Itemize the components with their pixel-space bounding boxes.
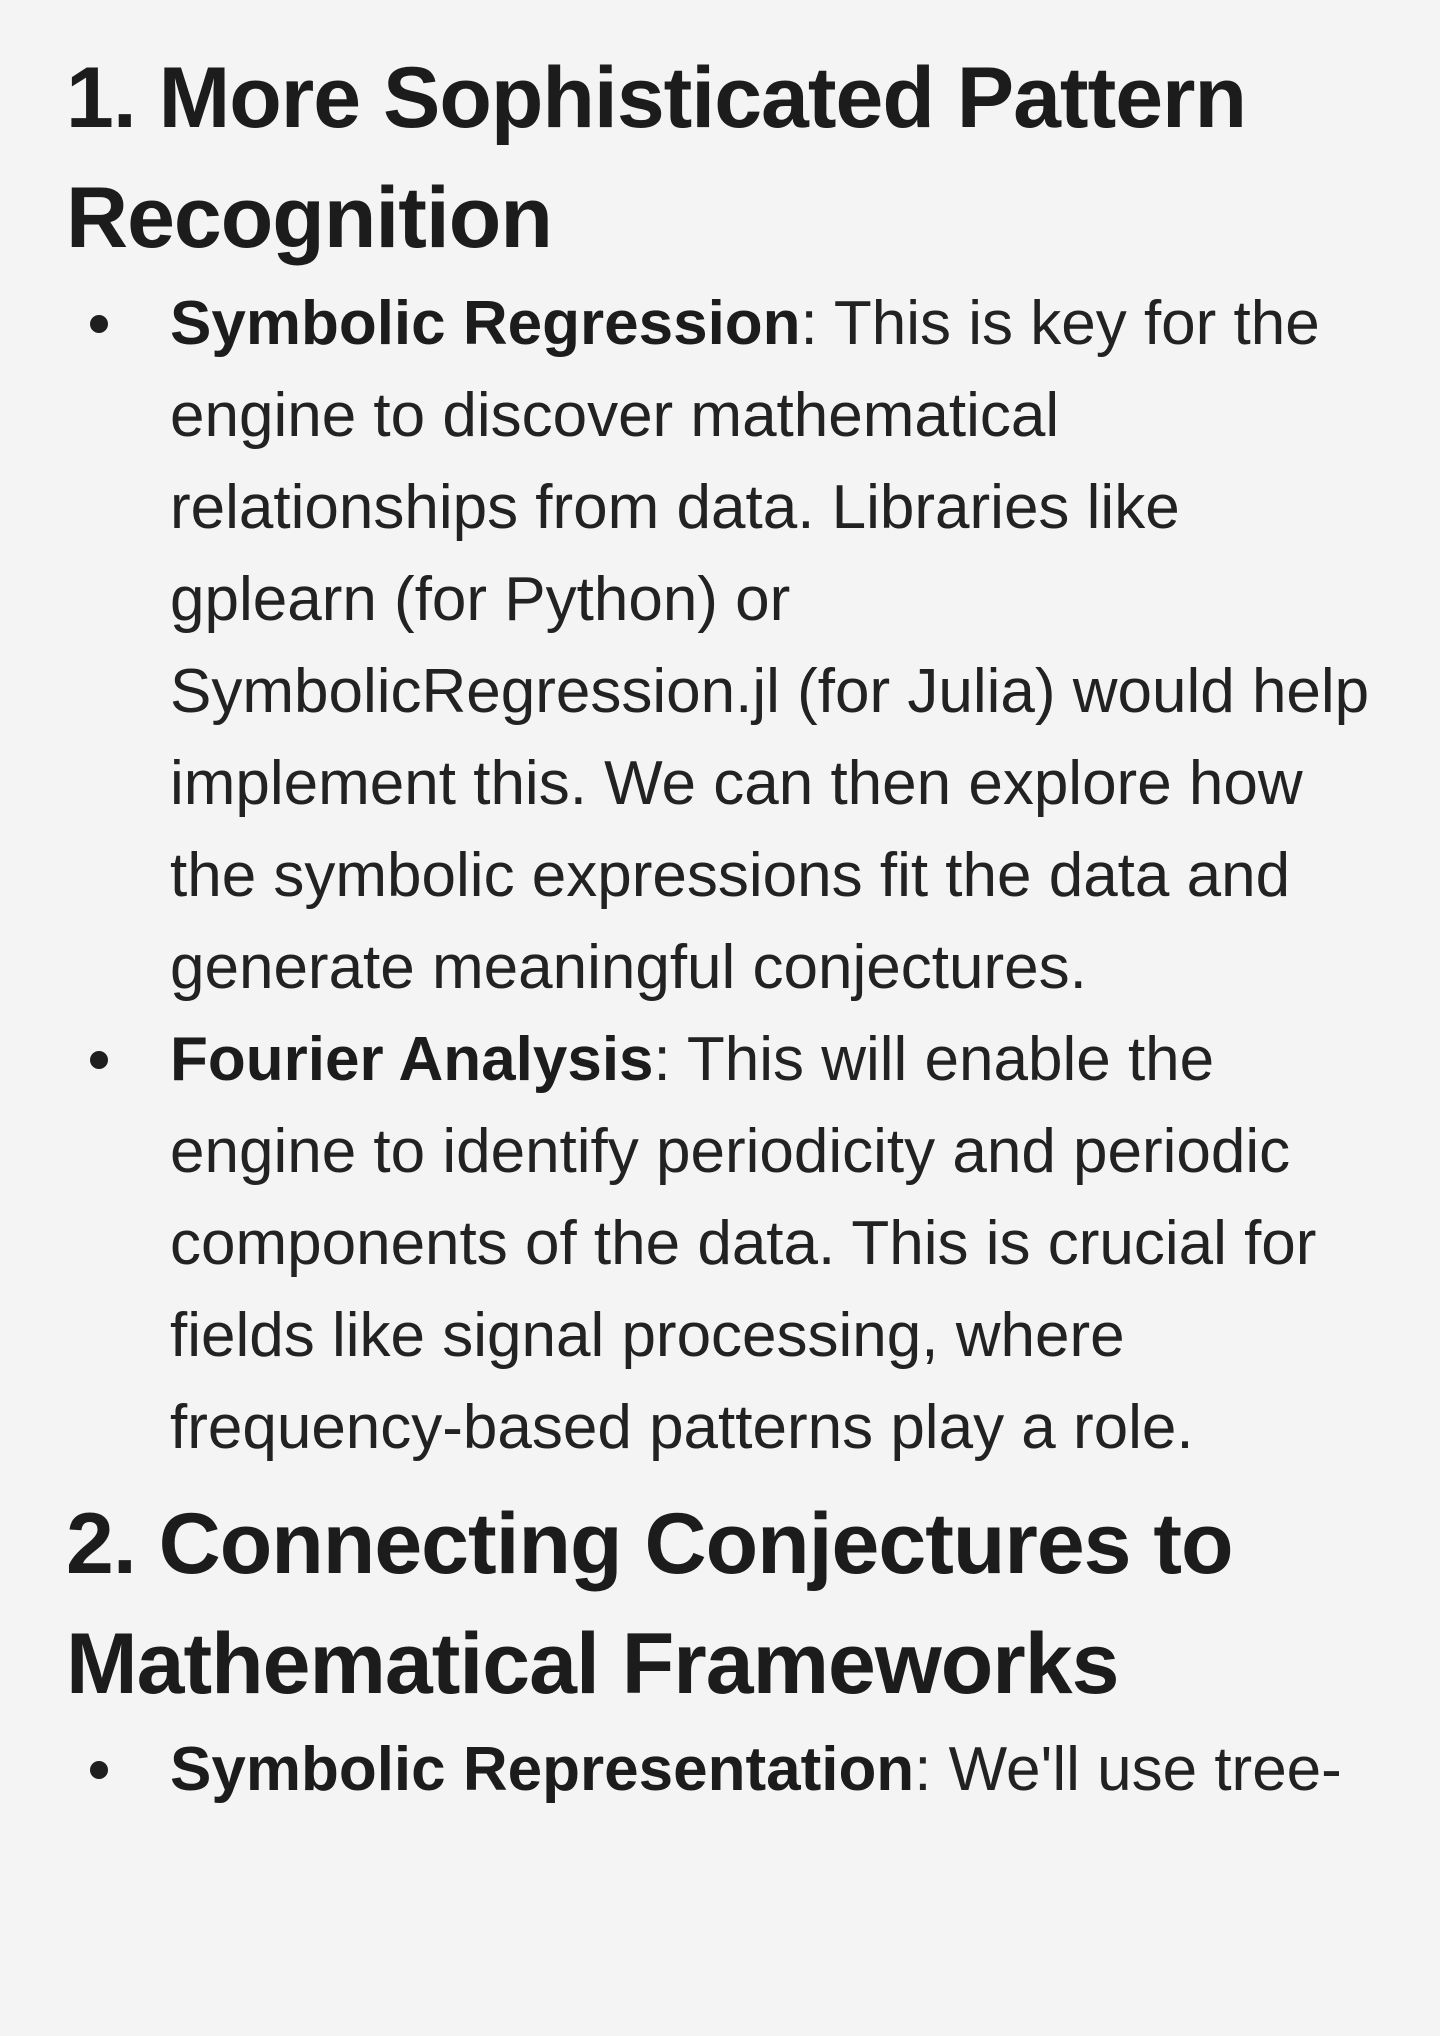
list-item-text: This is key for the engine to discover m… xyxy=(170,289,1370,1002)
list-item-separator: : xyxy=(653,1025,671,1094)
list-item-text: We'll use tree- xyxy=(931,1735,1342,1804)
list-item-term: Symbolic Representation xyxy=(170,1735,915,1804)
list-item: Symbolic Regression: This is key for the… xyxy=(66,278,1380,1014)
bullet-list: Symbolic Representation: We'll use tree- xyxy=(66,1724,1380,1816)
list-item: Fourier Analysis: This will enable the e… xyxy=(66,1014,1380,1474)
list-item-separator: : xyxy=(914,1735,932,1804)
section-heading: 1. More Sophisticated Pattern Recognitio… xyxy=(66,50,1247,266)
document-page: 1. More Sophisticated Pattern Recognitio… xyxy=(0,0,1440,2036)
list-item-term: Symbolic Regression xyxy=(170,289,801,358)
list-item: Symbolic Representation: We'll use tree- xyxy=(66,1724,1380,1816)
bullet-icon xyxy=(90,315,108,333)
list-item-term: Fourier Analysis xyxy=(170,1025,654,1094)
section-heading: 2. Connecting Conjectures to Mathematica… xyxy=(66,1496,1234,1712)
bullet-icon xyxy=(90,1051,108,1069)
bullet-icon xyxy=(90,1761,108,1779)
bullet-list: Symbolic Regression: This is key for the… xyxy=(66,278,1380,1474)
list-item-separator: : xyxy=(800,289,818,358)
